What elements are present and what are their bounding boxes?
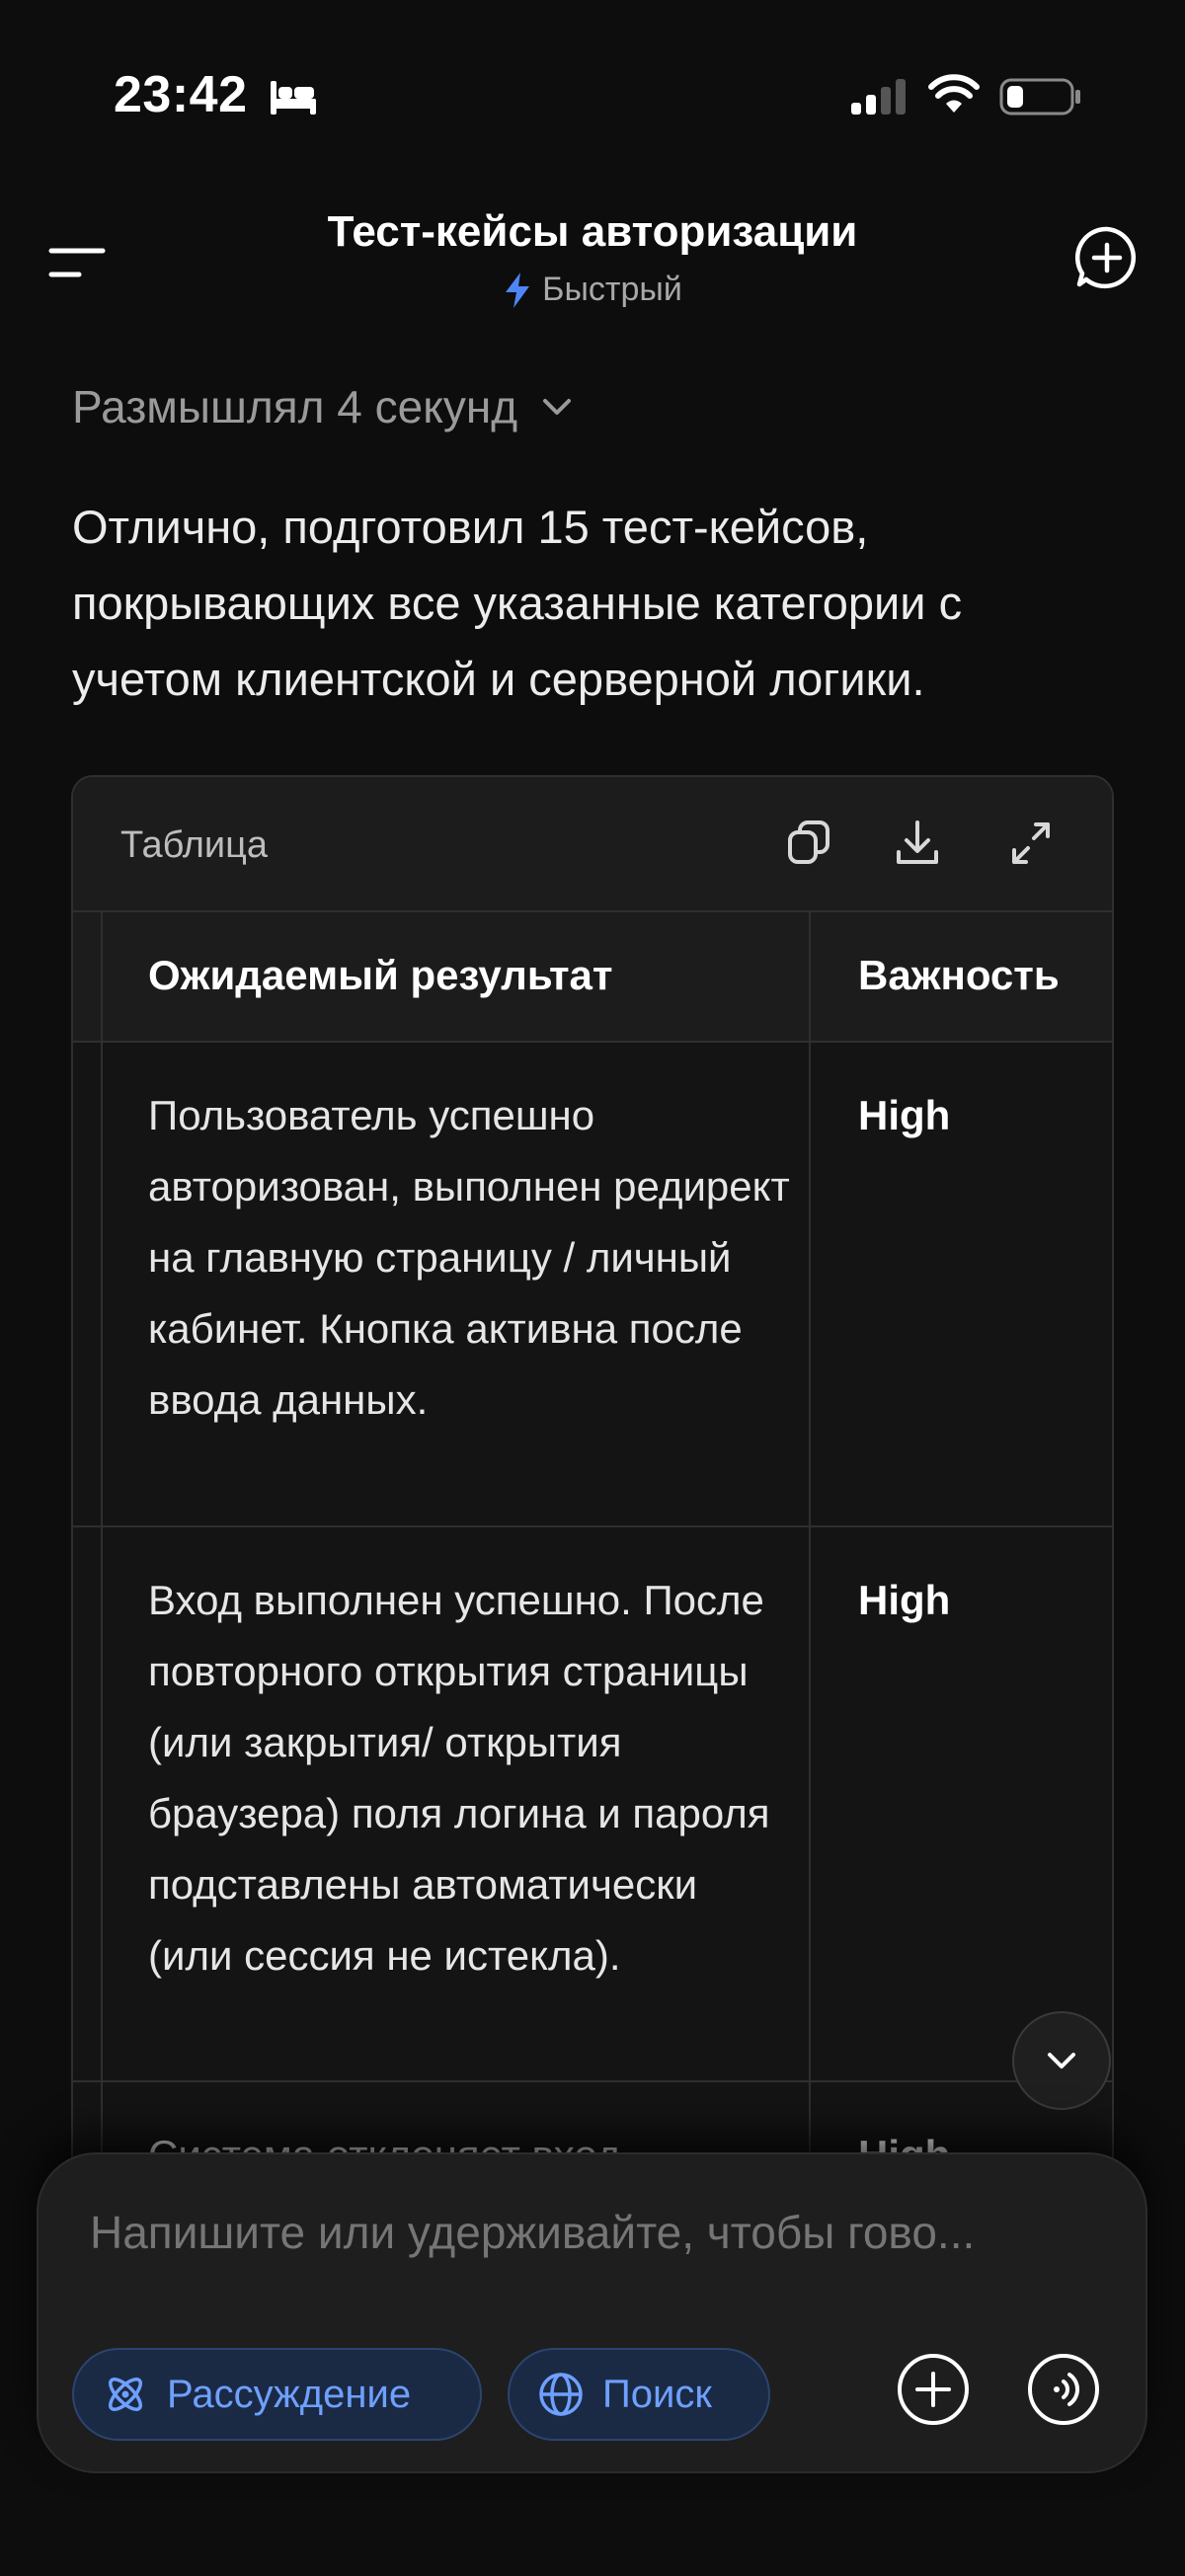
cell-result: Пользователь успешно авторизован, выполн… (148, 1092, 790, 1423)
assistant-message: Отлично, подготовил 15 тест-кейсов, покр… (72, 501, 963, 705)
thinking-toggle[interactable]: Размышлял 4 секунд (72, 380, 575, 433)
atom-icon (109, 2378, 142, 2411)
globe-icon (539, 2373, 583, 2416)
cell-importance: High (858, 1092, 951, 1138)
composer: Рассуждение Поиск (37, 2152, 1147, 2473)
voice-icon[interactable] (1026, 2352, 1101, 2427)
plus-icon[interactable] (896, 2352, 971, 2427)
column-header-importance: Важность (858, 952, 1060, 998)
table-label: Таблица (120, 824, 268, 866)
status-bar: 23:42 (0, 0, 1185, 188)
cell-importance: High (858, 1577, 951, 1623)
cell-result: Вход выполнен успешно. После повторного … (148, 1577, 770, 1979)
download-icon[interactable] (893, 817, 942, 870)
new-chat-icon[interactable] (1074, 225, 1140, 290)
scroll-to-bottom-button[interactable] (1012, 2011, 1111, 2110)
thinking-label: Размышлял 4 секунд (72, 381, 518, 432)
model-selector[interactable]: Быстрый (0, 271, 1185, 309)
table-header-row: Ожидаемый результат Важность (73, 912, 1112, 1043)
chevron-down-icon (1048, 2053, 1075, 2069)
message-input[interactable] (90, 2206, 1107, 2259)
table-card: Таблица Ожидаемый результат Важность Пол… (71, 775, 1114, 2256)
wifi-icon (928, 74, 980, 113)
status-time: 23:42 (114, 66, 248, 123)
table-toolbar: Таблица (73, 777, 1112, 912)
chat-header: Тест-кейсы авторизации Быстрый (0, 188, 1185, 336)
bolt-icon (506, 272, 530, 308)
table-row: Пользователь успешно авторизован, выполн… (73, 1043, 1112, 1527)
column-header-result: Ожидаемый результат (148, 952, 613, 998)
battery-icon (999, 78, 1080, 116)
reasoning-label: Рассуждение (167, 2372, 412, 2416)
signal-icon (851, 79, 906, 115)
expand-icon[interactable] (1006, 817, 1056, 870)
copy-icon[interactable] (784, 817, 833, 870)
search-button[interactable]: Поиск (508, 2348, 770, 2441)
chat-title[interactable]: Тест-кейсы авторизации (0, 207, 1185, 257)
search-label: Поиск (602, 2372, 712, 2416)
data-table: Ожидаемый результат Важность Пользовател… (73, 912, 1112, 2256)
model-label: Быстрый (542, 271, 682, 308)
table-row: Вход выполнен успешно. После повторного … (73, 1527, 1112, 2082)
reasoning-button[interactable]: Рассуждение (72, 2348, 482, 2441)
bed-icon (271, 81, 316, 115)
chevron-down-icon (543, 399, 572, 415)
